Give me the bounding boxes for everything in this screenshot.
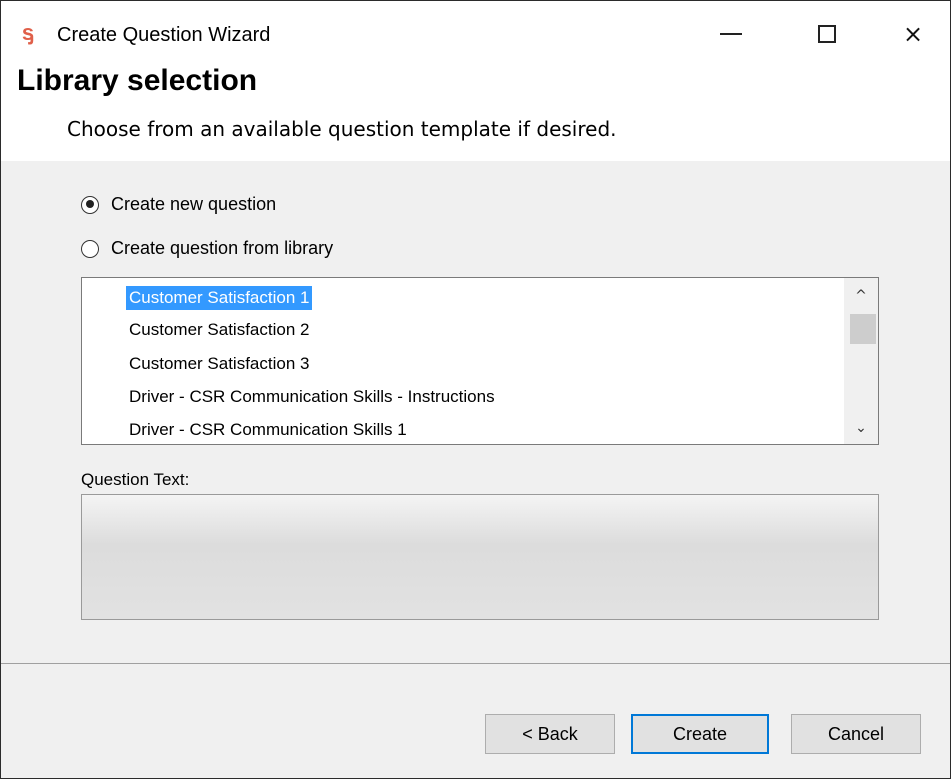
- radio-create-from-library[interactable]: [81, 239, 99, 258]
- app-logo-icon: ᶊ: [21, 21, 35, 46]
- question-text-label: Question Text:: [81, 470, 190, 489]
- create-from-library-option[interactable]: Create question from library: [81, 238, 333, 259]
- list-item[interactable]: Customer Satisfaction 1: [126, 286, 313, 310]
- wizard-header: Library selection Choose from an availab…: [1, 61, 950, 161]
- library-listbox[interactable]: Customer Satisfaction 1 Customer Satisfa…: [81, 277, 879, 445]
- scroll-down-icon[interactable]: ⌄: [844, 416, 878, 440]
- close-icon: ×: [902, 20, 924, 48]
- title-bar[interactable]: ᶊ Create Question Wizard ×: [1, 1, 950, 61]
- maximize-button[interactable]: [797, 11, 857, 57]
- list-item[interactable]: Customer Satisfaction 2: [126, 318, 312, 342]
- scroll-thumb[interactable]: [850, 314, 876, 344]
- page-subtitle: Choose from an available question templa…: [67, 117, 617, 141]
- minimize-button[interactable]: [701, 11, 761, 57]
- list-item[interactable]: Customer Satisfaction 3: [126, 352, 312, 376]
- list-item[interactable]: Driver - CSR Communication Skills - Inst…: [126, 385, 498, 409]
- list-item[interactable]: Driver - CSR Communication Skills 1: [126, 418, 410, 442]
- footer-divider: [1, 663, 950, 664]
- question-text-field: [81, 494, 879, 620]
- library-scrollbar[interactable]: ^ ⌄: [844, 278, 878, 444]
- radio-create-new[interactable]: [81, 195, 99, 214]
- window-title: Create Question Wizard: [57, 24, 271, 46]
- minimize-icon: [720, 33, 742, 35]
- create-new-label: Create new question: [111, 194, 277, 214]
- maximize-icon: [818, 25, 836, 43]
- close-button[interactable]: ×: [883, 11, 943, 57]
- page-title: Library selection: [17, 64, 258, 97]
- create-new-question-option[interactable]: Create new question: [81, 194, 276, 215]
- create-from-library-label: Create question from library: [111, 238, 334, 258]
- create-button[interactable]: Create: [631, 714, 769, 754]
- cancel-button[interactable]: Cancel: [791, 714, 921, 754]
- scroll-up-icon[interactable]: ^: [844, 284, 878, 308]
- create-question-wizard-window: ᶊ Create Question Wizard × Library selec…: [0, 0, 951, 779]
- back-button[interactable]: < Back: [485, 714, 615, 754]
